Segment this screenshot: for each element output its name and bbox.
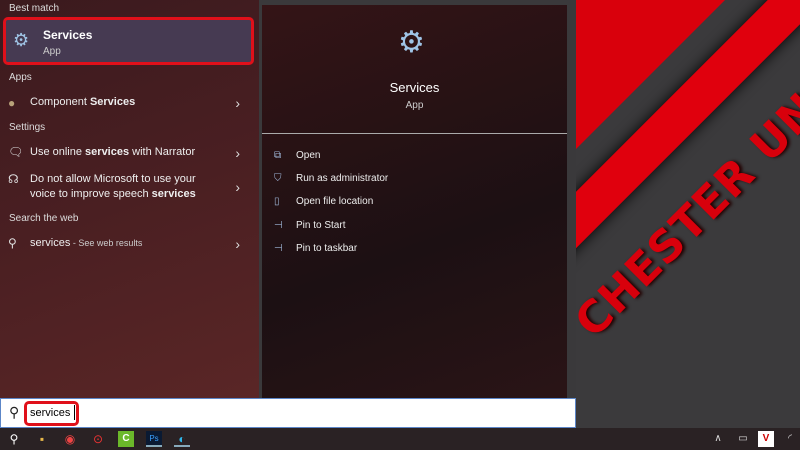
gears-icon: ⚙: [398, 26, 425, 59]
folder-icon: ▯: [274, 196, 280, 207]
search-icon: ⚲: [9, 404, 20, 420]
result-label: Component Services: [30, 95, 135, 110]
taskbar: ⚲ ▪ ◉ ⊙ C Ps ◐ ∧ ▭ V ◜: [0, 428, 800, 450]
pin-icon: ⊣: [274, 220, 283, 231]
chevron-right-icon[interactable]: ›: [235, 179, 240, 195]
result-label: services - See web results: [30, 236, 142, 251]
label-bold: services: [151, 188, 196, 200]
battery-icon[interactable]: ▭: [735, 431, 751, 447]
action-pin-start[interactable]: ⊣ Pin to Start: [274, 220, 345, 231]
open-icon: ⧉: [274, 150, 282, 161]
label-text: voice to improve speech: [30, 188, 152, 200]
action-run-as-admin[interactable]: ⛉ Run as administrator: [274, 173, 388, 184]
record-icon[interactable]: ⊙: [90, 431, 106, 447]
action-open-file-location[interactable]: ▯ Open file location: [274, 196, 373, 207]
edge-icon[interactable]: ◐: [174, 431, 190, 447]
voice-icon: ☊: [8, 172, 19, 186]
search-icon[interactable]: ⚲: [6, 431, 22, 447]
chevron-right-icon[interactable]: ›: [235, 145, 240, 161]
best-match-services[interactable]: ⚙ Services App: [3, 17, 254, 65]
action-label: Open file location: [296, 196, 374, 207]
chevron-right-icon[interactable]: ›: [235, 236, 240, 252]
file-explorer-icon[interactable]: ▪: [34, 431, 50, 447]
narrator-icon: 🗨: [8, 145, 24, 159]
action-open[interactable]: ⧉ Open: [274, 150, 320, 161]
label-text: Component: [30, 96, 90, 108]
action-label: Run as administrator: [296, 173, 389, 184]
result-component-services[interactable]: ● Component Services ›: [0, 95, 258, 113]
chevron-up-icon[interactable]: ∧: [710, 431, 726, 447]
best-match-title: Services: [43, 28, 93, 42]
tray-app-icon[interactable]: V: [758, 431, 774, 447]
section-apps: Apps: [9, 72, 32, 83]
component-services-icon: ●: [8, 96, 16, 110]
detail-subtitle: App: [405, 100, 424, 111]
web-query: services: [30, 237, 71, 249]
desktop-wallpaper: CHESTER UN: [576, 0, 800, 428]
chrome-icon[interactable]: ◉: [62, 431, 78, 447]
label-bold: Services: [89, 96, 136, 108]
wifi-icon[interactable]: ◜: [782, 431, 798, 447]
result-speech-setting[interactable]: ☊ Do not allow Microsoft to use your voic…: [0, 172, 258, 204]
search-input[interactable]: services: [30, 407, 70, 419]
pin-icon: ⊣: [274, 243, 283, 254]
text-caret: [74, 405, 75, 420]
chevron-right-icon[interactable]: ›: [235, 95, 240, 111]
action-pin-taskbar[interactable]: ⊣ Pin to taskbar: [274, 243, 357, 254]
result-narrator-setting[interactable]: 🗨 Use online services with Narrator ›: [0, 145, 258, 163]
search-results-panel: Best match ⚙ Services App Apps ● Compone…: [0, 0, 259, 398]
detail-title: Services: [389, 80, 440, 95]
gears-icon: ⚙: [13, 30, 30, 50]
label-text: with Narrator: [129, 146, 196, 158]
action-label: Pin to Start: [296, 220, 346, 231]
detail-panel: ⚙ Services App ⧉ Open ⛉ Run as administrat…: [262, 5, 567, 398]
result-web-search[interactable]: ⚲ services - See web results ›: [0, 236, 258, 254]
action-label: Pin to taskbar: [296, 243, 358, 254]
search-icon: ⚲: [8, 236, 17, 250]
result-label: Do not allow Microsoft to use your voice …: [30, 172, 196, 202]
section-best-match: Best match: [9, 3, 60, 14]
label-text: Do not allow Microsoft to use your: [30, 173, 196, 185]
best-match-subtitle: App: [43, 46, 61, 57]
web-suffix: - See web results: [70, 238, 143, 248]
camtasia-icon[interactable]: C: [118, 431, 134, 447]
result-label: Use online services with Narrator: [30, 145, 195, 160]
section-settings: Settings: [9, 122, 46, 133]
photoshop-icon[interactable]: Ps: [146, 431, 162, 447]
shield-icon: ⛉: [274, 173, 282, 184]
divider: [262, 133, 567, 134]
action-label: Open: [296, 150, 321, 161]
label-bold: services: [85, 146, 130, 158]
section-search-web: Search the web: [9, 213, 79, 224]
label-text: Use online: [30, 146, 86, 158]
search-bar[interactable]: ⚲ services: [0, 398, 576, 428]
